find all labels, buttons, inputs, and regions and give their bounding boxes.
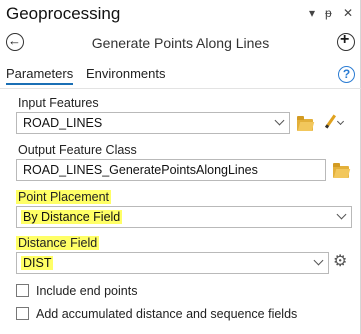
divider (0, 88, 361, 89)
gear-icon[interactable]: ⚙ (333, 254, 347, 270)
input-features-field[interactable]: ROAD_LINES (16, 112, 290, 134)
output-feature-class-field[interactable]: ROAD_LINES_GeneratePointsAlongLines (16, 159, 326, 181)
point-placement-label: Point Placement (16, 190, 112, 204)
distance-field-label: Distance Field (16, 236, 100, 250)
add-accumulated-distance-checkbox[interactable] (16, 307, 29, 320)
folder-icon[interactable] (297, 116, 313, 131)
pin-icon[interactable]: ᵽ (325, 6, 332, 20)
add-accumulated-distance-label: Add accumulated distance and sequence fi… (36, 307, 298, 321)
point-placement-dropdown[interactable]: By Distance Field (16, 206, 352, 228)
chevron-down-icon[interactable] (336, 117, 345, 126)
output-feature-class-value: ROAD_LINES_GeneratePointsAlongLines (23, 163, 258, 177)
pane-title-bar: Geoprocessing ▾ ᵽ ✕ (0, 0, 361, 28)
distance-field-value: DIST (21, 256, 54, 270)
pane-title: Geoprocessing (6, 4, 121, 23)
close-icon[interactable]: ✕ (343, 6, 353, 20)
add-icon: + (340, 31, 350, 48)
help-icon[interactable]: ? (338, 66, 355, 83)
pencil-icon[interactable] (324, 114, 337, 129)
input-features-label: Input Features (18, 96, 99, 110)
tab-strip: Parameters Environments ? (0, 66, 361, 88)
geoprocessing-pane: Geoprocessing ▾ ᵽ ✕ ← Generate Points Al… (0, 0, 361, 334)
tool-title: Generate Points Along Lines (91, 35, 270, 51)
include-end-points-checkbox[interactable] (16, 284, 29, 297)
include-end-points-label: Include end points (36, 284, 138, 298)
point-placement-value: By Distance Field (21, 210, 123, 224)
chevron-down-icon (336, 209, 347, 220)
folder-icon[interactable] (333, 163, 349, 178)
chevron-down-icon[interactable] (274, 115, 285, 126)
distance-field-dropdown[interactable]: DIST (16, 252, 329, 274)
tab-parameters[interactable]: Parameters (6, 66, 74, 85)
input-features-value: ROAD_LINES (23, 116, 103, 130)
tool-header: ← Generate Points Along Lines + (0, 30, 361, 56)
pane-menu-icon[interactable]: ▾ (309, 6, 315, 20)
tab-environments[interactable]: Environments (86, 66, 165, 81)
add-button[interactable]: + (337, 31, 355, 51)
chevron-down-icon (313, 255, 324, 266)
output-feature-class-label: Output Feature Class (18, 143, 137, 157)
